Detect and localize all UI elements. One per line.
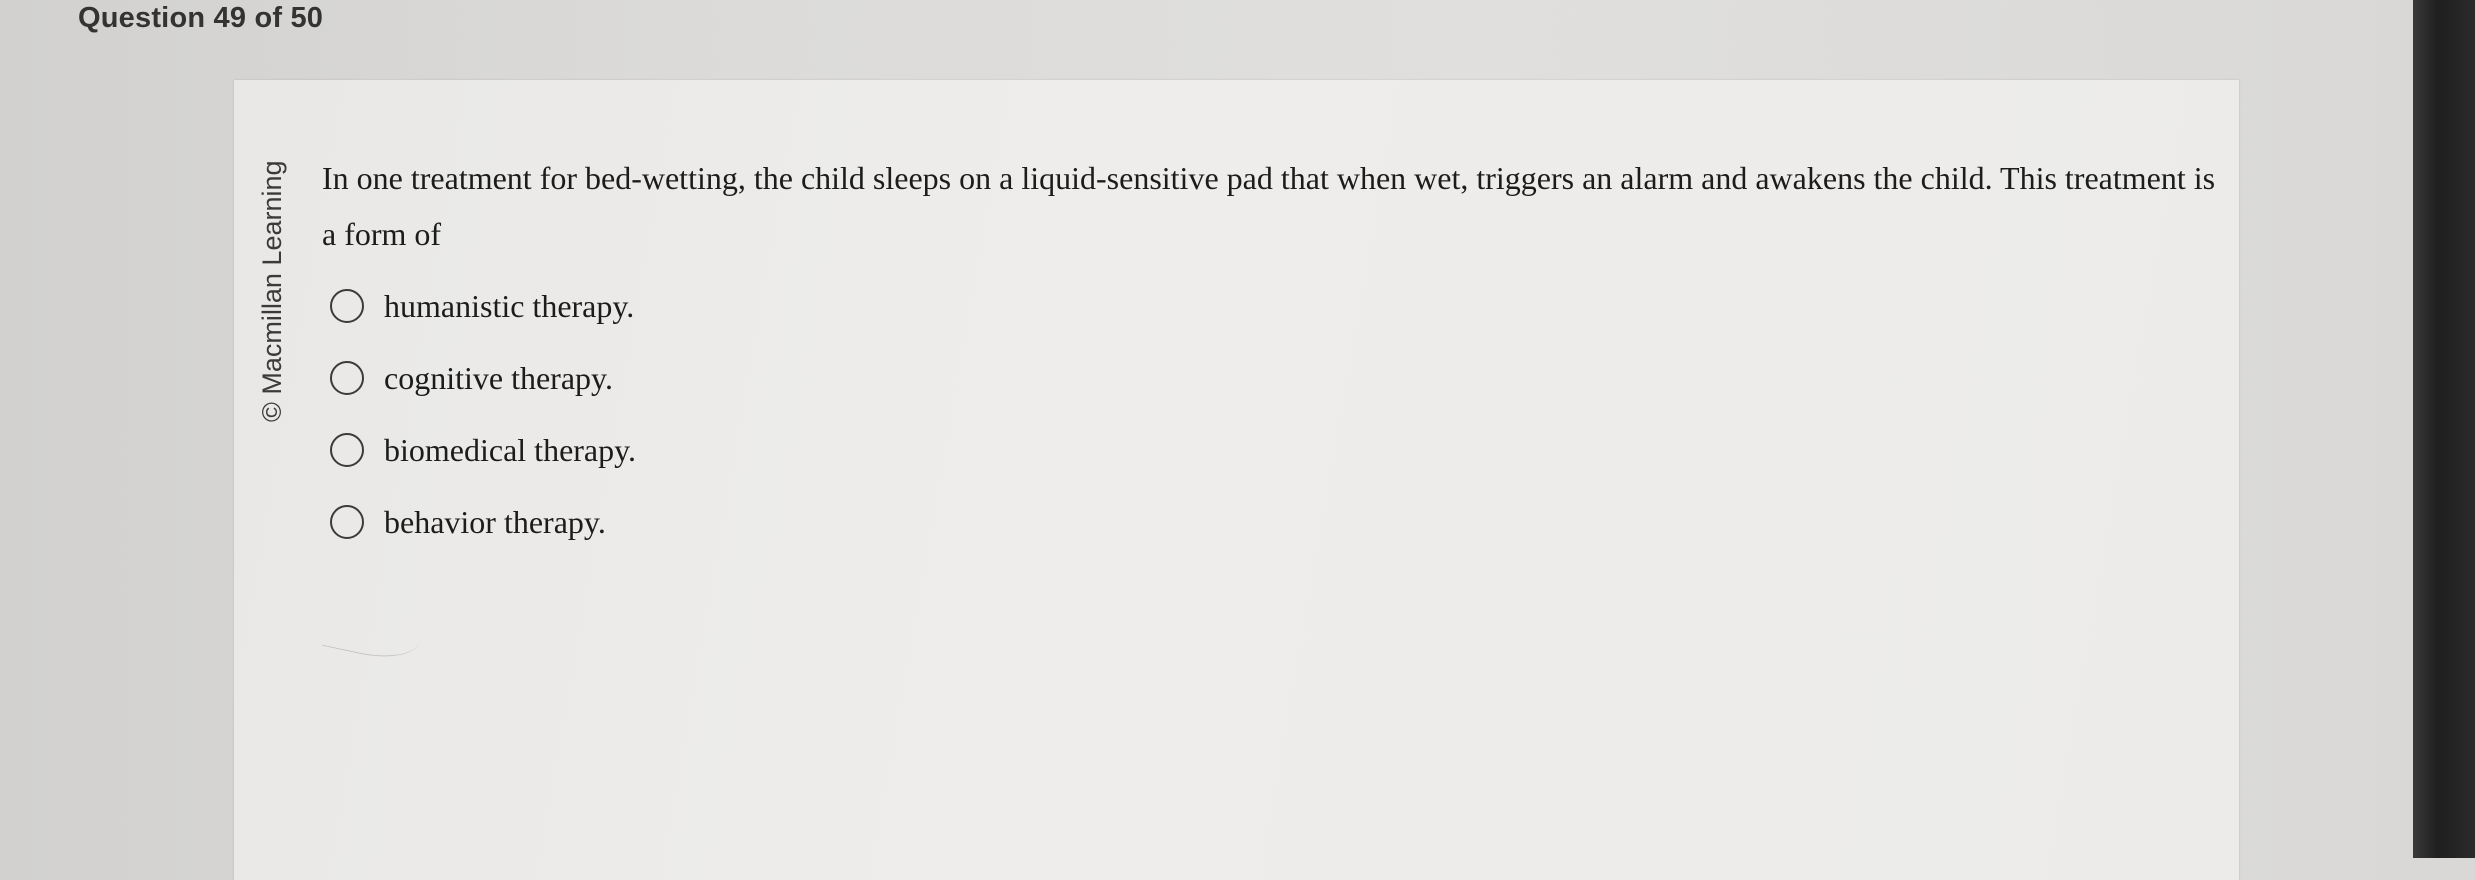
option-label: humanistic therapy. [384,287,635,324]
question-counter: Question 49 of 50 [78,2,324,34]
option-label: behavior therapy. [384,503,606,540]
answer-options: humanistic therapy. cognitive therapy. b… [330,270,636,558]
option-label: biomedical therapy. [384,431,637,468]
option-label: cognitive therapy. [384,359,613,396]
radio-button-icon[interactable] [330,433,364,467]
answer-option-cognitive[interactable]: cognitive therapy. [330,342,636,414]
answer-option-behavior[interactable]: behavior therapy. [330,486,636,558]
copyright-text: © Macmillan Learning [257,160,287,422]
question-stem: In one treatment for bed-wetting, the ch… [322,160,2216,252]
radio-button-icon[interactable] [330,289,364,323]
radio-button-icon[interactable] [330,505,364,539]
radio-button-icon[interactable] [330,361,364,395]
answer-option-biomedical[interactable]: biomedical therapy. [330,414,636,486]
answer-option-humanistic[interactable]: humanistic therapy. [330,270,636,342]
monitor-bezel [2413,0,2475,858]
